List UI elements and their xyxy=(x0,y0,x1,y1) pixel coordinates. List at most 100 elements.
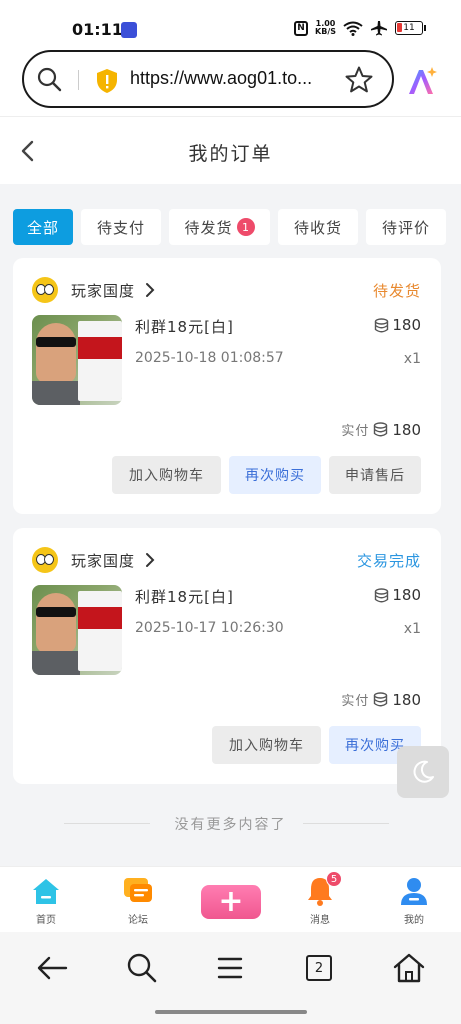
paid-amount: 实付 180 xyxy=(341,420,421,440)
shield-warning-icon[interactable] xyxy=(95,68,119,94)
forum-icon xyxy=(124,878,152,902)
message-count-badge: 5 xyxy=(326,871,342,887)
tab-label: 待评价 xyxy=(381,218,430,237)
tab-count: 2 xyxy=(306,955,332,981)
thumb-pack-label xyxy=(78,607,122,629)
order-actions: 加入购物车 再次购买 申请售后 xyxy=(112,456,421,494)
home-icon xyxy=(33,879,59,904)
battery-icon: 11 xyxy=(395,21,426,35)
tab-count-badge: 1 xyxy=(236,218,255,236)
notification-app-icon xyxy=(121,22,137,38)
order-card[interactable]: 玩家国度 待发货 利群18元[白] 2025-10-18 01:08:57 18… xyxy=(13,258,441,514)
user-icon xyxy=(401,878,427,905)
tab-pending-payment[interactable]: 待支付 xyxy=(81,209,161,245)
thumb-shirt xyxy=(32,381,80,405)
product-image[interactable] xyxy=(32,585,122,675)
wifi-icon xyxy=(343,21,363,36)
status-time: 01:11 xyxy=(72,20,123,39)
search-icon[interactable] xyxy=(36,66,62,92)
order-tabs: 全部 待支付 待发货 1 待收货 待评价 xyxy=(13,209,446,245)
nav-label: 首页 xyxy=(36,915,56,926)
nav-forum[interactable]: 论坛 xyxy=(108,875,168,926)
home-icon[interactable] xyxy=(391,950,427,986)
home-indicator[interactable] xyxy=(155,1010,307,1014)
nfc-icon: N xyxy=(294,20,309,36)
paid-value: 180 xyxy=(392,420,421,439)
url-text[interactable]: https://www.aog01.to... xyxy=(130,68,312,89)
unit-price-value: 180 xyxy=(392,586,421,604)
unit-price: 180 xyxy=(374,586,421,604)
paid-label: 实付 xyxy=(341,694,370,709)
order-status: 待发货 xyxy=(372,282,421,300)
network-speed-unit: KB/S xyxy=(315,27,336,36)
coin-icon xyxy=(375,587,389,602)
post-button[interactable]: + xyxy=(201,885,261,919)
order-actions: 加入购物车 再次购买 xyxy=(212,726,421,764)
list-end: 没有更多内容了 xyxy=(0,812,461,834)
thumb-pack xyxy=(78,321,122,401)
chevron-right-icon[interactable] xyxy=(145,552,155,568)
product-name[interactable]: 利群18元[白] xyxy=(135,316,234,337)
thumb-face xyxy=(36,323,76,383)
product-image[interactable] xyxy=(32,315,122,405)
ai-assistant-icon[interactable] xyxy=(406,66,438,96)
order-card[interactable]: 玩家国度 交易完成 利群18元[白] 2025-10-17 10:26:30 1… xyxy=(13,528,441,784)
order-date: 2025-10-18 01:08:57 xyxy=(135,350,284,366)
tabs-button[interactable]: 2 xyxy=(301,950,337,986)
nav-profile[interactable]: 我的 xyxy=(384,875,444,926)
paid-label: 实付 xyxy=(341,424,370,439)
add-to-cart-button[interactable]: 加入购物车 xyxy=(212,726,321,764)
app-bottom-nav: 首页 论坛 + 5 消息 我的 xyxy=(0,866,461,932)
coin-icon xyxy=(375,317,389,332)
thumb-glasses xyxy=(36,337,76,347)
bell-icon-wrapper: 5 xyxy=(304,871,342,907)
order-date: 2025-10-17 10:26:30 xyxy=(135,620,284,636)
status-indicators: N 1.00 KB/S 11 xyxy=(294,20,426,36)
quantity: x1 xyxy=(403,621,421,637)
night-mode-button[interactable] xyxy=(397,746,449,798)
status-bar: 01:11 N 1.00 KB/S 11 xyxy=(0,0,461,46)
tab-pending-receipt[interactable]: 待收货 xyxy=(278,209,358,245)
nav-label: 消息 xyxy=(310,915,330,926)
nav-home[interactable]: 首页 xyxy=(16,875,76,926)
unit-price: 180 xyxy=(374,316,421,334)
order-status: 交易完成 xyxy=(356,552,421,570)
shop-avatar-icon xyxy=(32,547,58,573)
browser-toolbar: https://www.aog01.to... xyxy=(0,46,461,116)
nav-label: 我的 xyxy=(404,915,424,926)
menu-icon[interactable] xyxy=(212,950,248,986)
address-bar[interactable]: https://www.aog01.to... xyxy=(22,50,394,108)
coin-icon xyxy=(374,692,388,707)
shop-name[interactable]: 玩家国度 xyxy=(71,550,135,571)
request-after-sale-button[interactable]: 申请售后 xyxy=(329,456,421,494)
address-divider xyxy=(78,70,79,90)
nav-label: 论坛 xyxy=(128,915,148,926)
tab-pending-shipment[interactable]: 待发货 1 xyxy=(169,209,270,245)
back-arrow-icon[interactable] xyxy=(34,950,70,986)
thumb-shirt xyxy=(32,651,80,675)
paid-value: 180 xyxy=(392,690,421,709)
thumb-pack xyxy=(78,591,122,671)
chevron-right-icon[interactable] xyxy=(145,282,155,298)
paid-amount: 实付 180 xyxy=(341,690,421,710)
shop-avatar-icon xyxy=(32,277,58,303)
search-icon[interactable] xyxy=(124,950,160,986)
add-to-cart-button[interactable]: 加入购物车 xyxy=(112,456,221,494)
product-name[interactable]: 利群18元[白] xyxy=(135,586,234,607)
tab-label: 全部 xyxy=(26,218,59,237)
buy-again-button[interactable]: 再次购买 xyxy=(229,456,321,494)
page-header: 我的订单 xyxy=(0,116,461,184)
moon-icon xyxy=(413,760,434,783)
tab-pending-review[interactable]: 待评价 xyxy=(366,209,446,245)
nav-messages[interactable]: 5 消息 xyxy=(290,871,350,926)
page-title: 我的订单 xyxy=(188,143,273,165)
thumb-face xyxy=(36,593,76,653)
tab-all[interactable]: 全部 xyxy=(13,209,73,245)
plus-icon: + xyxy=(218,884,244,919)
quantity: x1 xyxy=(403,351,421,367)
tab-label: 待收货 xyxy=(293,218,342,237)
bookmark-star-icon[interactable] xyxy=(344,65,374,95)
thumb-pack-label xyxy=(78,337,122,359)
tab-label: 待发货 xyxy=(184,218,233,237)
shop-name[interactable]: 玩家国度 xyxy=(71,280,135,301)
